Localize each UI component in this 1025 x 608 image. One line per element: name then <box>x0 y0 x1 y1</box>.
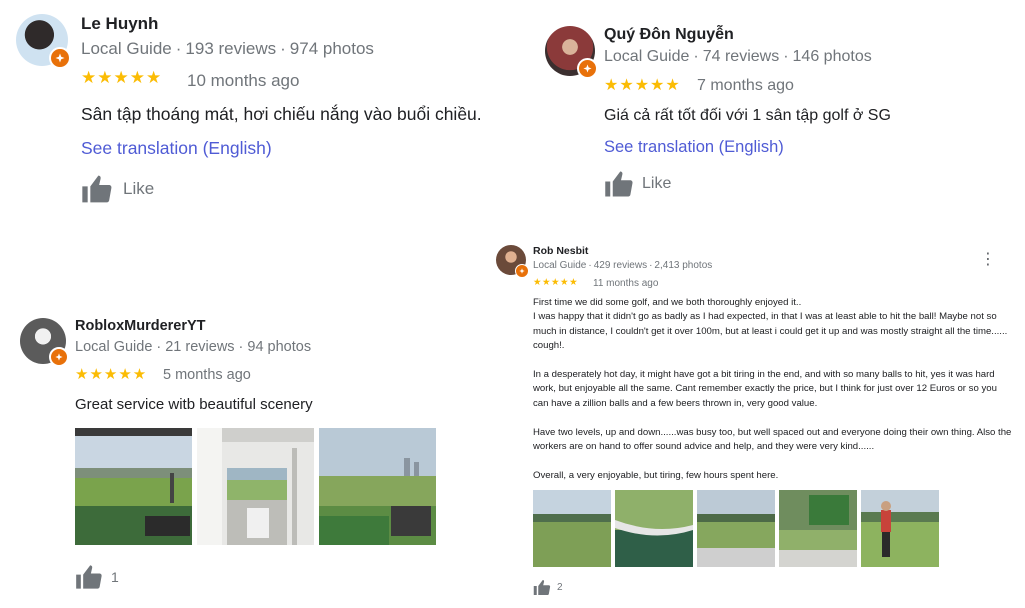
reviewer-meta: Local Guide · 21 reviews · 94 photos <box>75 339 312 355</box>
reviewer-meta: Local Guide · 429 reviews · 2,413 photos <box>533 260 713 271</box>
review-time: 10 months ago <box>187 71 300 90</box>
review-time: 11 months ago <box>593 278 659 289</box>
local-guide-badge-icon <box>49 47 71 69</box>
photos-count: 974 photos <box>289 39 374 58</box>
thumbs-up-icon <box>604 170 634 198</box>
like-count: 2 <box>557 582 563 593</box>
review-photo[interactable] <box>197 428 314 545</box>
photos-count: 94 photos <box>247 339 312 355</box>
see-translation-link[interactable]: See translation (English) <box>81 138 272 159</box>
like-label: Like <box>642 175 672 192</box>
reviews-count: 21 reviews <box>165 339 235 355</box>
avatar[interactable] <box>20 318 69 367</box>
review-time: 7 months ago <box>697 77 794 94</box>
like-button[interactable]: Like <box>604 170 671 198</box>
review-photo[interactable] <box>615 490 693 567</box>
review-photo[interactable] <box>697 490 775 567</box>
avatar[interactable] <box>496 245 529 278</box>
reviews-count: 74 reviews <box>702 48 780 65</box>
avatar[interactable] <box>545 26 598 79</box>
reviewer-meta: Local Guide · 193 reviews · 974 photos <box>81 39 374 58</box>
like-count: 1 <box>111 569 119 585</box>
more-options-icon[interactable]: ⋮ <box>980 252 996 268</box>
reviews-canvas: Le Huynh Local Guide · 193 reviews · 974 pho… <box>0 0 1025 608</box>
review-photo[interactable] <box>779 490 857 567</box>
local-guide-label: Local Guide <box>604 48 690 65</box>
local-guide-label: Local Guide <box>81 39 172 58</box>
thumbs-up-icon <box>533 579 551 596</box>
review-photo[interactable] <box>75 428 192 545</box>
review-photo[interactable] <box>533 490 611 567</box>
review-photo[interactable] <box>319 428 436 545</box>
reviews-count: 429 reviews <box>593 260 648 271</box>
local-guide-label: Local Guide <box>533 260 587 271</box>
local-guide-badge-icon <box>577 58 598 79</box>
reviewer-name[interactable]: Le Huynh <box>81 14 158 34</box>
star-rating: ★★★★★ <box>75 366 148 383</box>
like-button[interactable]: 1 <box>75 564 119 590</box>
reviewer-name[interactable]: RobloxMurdererYT <box>75 318 206 334</box>
reviewer-name[interactable]: Rob Nesbit <box>533 245 588 257</box>
star-rating: ★★★★★ <box>604 77 681 94</box>
thumbs-up-icon <box>75 564 103 590</box>
photos-count: 146 photos <box>792 48 872 65</box>
local-guide-badge-icon <box>515 264 529 278</box>
like-label: Like <box>123 179 155 198</box>
reviews-count: 193 reviews <box>185 39 277 58</box>
review-photo[interactable] <box>861 490 939 567</box>
like-button[interactable]: 2 <box>533 579 563 596</box>
reviewer-meta: Local Guide · 74 reviews · 146 photos <box>604 48 872 65</box>
local-guide-badge-icon <box>49 347 69 367</box>
photos-count: 2,413 photos <box>654 260 713 271</box>
review-text: First time we did some golf, and we both… <box>533 297 1012 481</box>
review-time: 5 months ago <box>163 367 251 383</box>
star-rating: ★★★★★ <box>81 68 163 87</box>
review-text: Giá cả rất tốt đối với 1 sân tập golf ở … <box>604 107 891 124</box>
see-translation-link[interactable]: See translation (English) <box>604 138 784 157</box>
star-rating: ★★★★★ <box>533 277 579 288</box>
thumbs-up-icon <box>81 174 113 204</box>
like-button[interactable]: Like <box>81 174 154 204</box>
review-text: Great service witb beautiful scenery <box>75 396 313 413</box>
review-text: Sân tập thoáng mát, hơi chiếu nắng vào b… <box>81 104 482 124</box>
local-guide-label: Local Guide <box>75 339 153 355</box>
avatar[interactable] <box>16 14 71 69</box>
reviewer-name[interactable]: Quý Đôn Nguyễn <box>604 26 734 44</box>
